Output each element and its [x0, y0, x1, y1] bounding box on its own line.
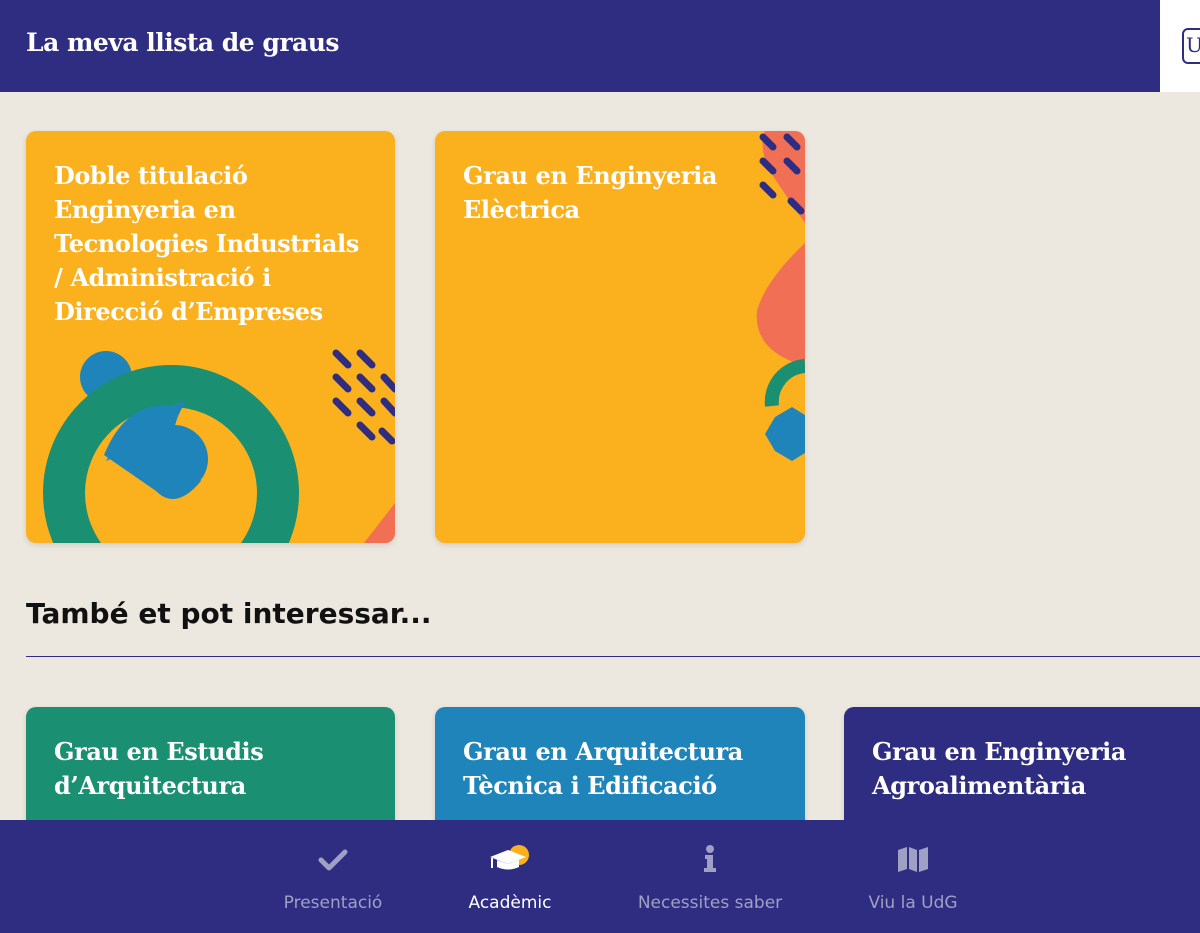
- section-divider: [26, 656, 1200, 657]
- logo-letter: U: [1186, 33, 1200, 57]
- nav-item-necessites-saber[interactable]: Necessites saber: [620, 820, 800, 933]
- map-icon: [833, 844, 993, 874]
- udg-logo[interactable]: U: [1160, 0, 1200, 92]
- nav-label: Presentació: [283, 893, 383, 913]
- graduation-cap-icon: [430, 844, 590, 874]
- nav-label: Acadèmic: [468, 893, 552, 913]
- top-app-bar: La meva llista de graus U: [0, 0, 1200, 92]
- degree-card-doble-titulacio[interactable]: Doble titulació Enginyeria en Tecnologie…: [26, 131, 395, 543]
- card-title: Doble titulació Enginyeria en Tecnologie…: [54, 161, 359, 326]
- bottom-navigation: Presentació Acadèmic Necessites saber Vi…: [0, 820, 1200, 933]
- card-title: Grau en Enginyeria Elèctrica: [463, 161, 717, 224]
- info-icon: [620, 844, 800, 874]
- page-title: La meva llista de graus: [26, 28, 339, 57]
- nav-label: Viu la UdG: [868, 893, 958, 913]
- nav-item-academic[interactable]: Acadèmic: [430, 820, 590, 933]
- degree-card-enginyeria-electrica[interactable]: Grau en Enginyeria Elèctrica: [435, 131, 805, 543]
- section-title-suggestions: També et pot interessar...: [26, 597, 432, 630]
- checkmark-icon: [253, 844, 413, 874]
- nav-item-presentacio[interactable]: Presentació: [253, 820, 413, 933]
- nav-label: Necessites saber: [637, 893, 783, 913]
- nav-item-viu-la-udg[interactable]: Viu la UdG: [833, 820, 993, 933]
- card-title: Grau en Estudis d’Arquitectura: [54, 737, 264, 800]
- card-title: Grau en Arquitectura Tècnica i Edificaci…: [463, 737, 743, 800]
- card-title: Grau en Enginyeria Agroalimentària: [872, 737, 1126, 800]
